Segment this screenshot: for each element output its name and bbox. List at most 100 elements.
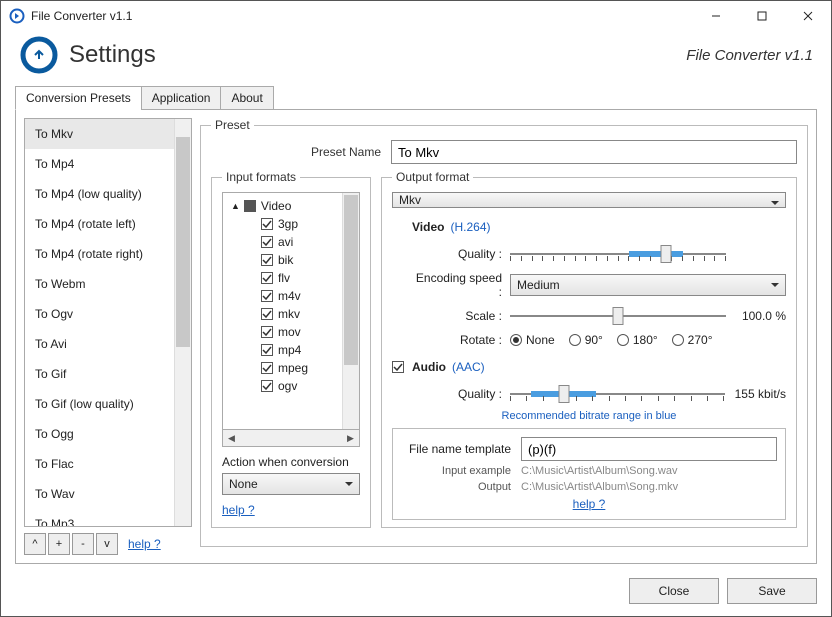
preset-item[interactable]: To Mp4 [25, 149, 174, 179]
logo-icon [19, 35, 59, 75]
scale-slider[interactable] [510, 305, 726, 327]
checkbox-icon[interactable] [261, 326, 273, 338]
audio-section-title: Audio [412, 360, 446, 374]
format-item[interactable]: m4v [225, 287, 340, 305]
window-title: File Converter v1.1 [31, 9, 693, 23]
close-settings-button[interactable]: Close [629, 578, 719, 604]
preset-item[interactable]: To Mp4 (rotate left) [25, 209, 174, 239]
input-example-value: C:\Music\Artist\Album\Song.wav [521, 465, 678, 477]
rotate-option-270[interactable]: 270° [672, 333, 713, 347]
tab-panel: To Mkv To Mp4 To Mp4 (low quality) To Mp… [15, 109, 817, 564]
checkbox-icon[interactable] [261, 290, 273, 302]
format-tree-root[interactable]: ▲ Video [225, 197, 340, 215]
preset-item[interactable]: To Gif [25, 359, 174, 389]
formats-scrollbar[interactable] [342, 193, 359, 429]
preset-item[interactable]: To Ogg [25, 419, 174, 449]
format-item[interactable]: bik [225, 251, 340, 269]
audio-codec-label: (AAC) [452, 360, 485, 374]
tab-application[interactable]: Application [141, 86, 222, 110]
checkbox-partial-icon[interactable] [244, 200, 256, 212]
format-item[interactable]: avi [225, 233, 340, 251]
page-title: Settings [69, 41, 156, 69]
output-format-combo[interactable]: Mkv [392, 192, 786, 208]
format-item[interactable]: mp4 [225, 341, 340, 359]
tab-about[interactable]: About [220, 86, 273, 110]
preset-item[interactable]: To Wav [25, 479, 174, 509]
remove-preset-button[interactable]: - [72, 533, 94, 555]
checkbox-icon[interactable] [261, 272, 273, 284]
input-formats-help-link[interactable]: help ? [222, 503, 360, 517]
format-item[interactable]: 3gp [225, 215, 340, 233]
close-button[interactable] [785, 1, 831, 31]
settings-window: File Converter v1.1 Settings File Conver… [0, 0, 832, 617]
checkbox-icon[interactable] [261, 254, 273, 266]
video-quality-slider[interactable] [510, 243, 726, 265]
format-item[interactable]: ogv [225, 377, 340, 395]
preset-help-link[interactable]: help ? [128, 537, 161, 551]
template-input[interactable] [521, 437, 777, 461]
move-down-button[interactable]: v [96, 533, 118, 555]
format-item[interactable]: mov [225, 323, 340, 341]
scale-label: Scale : [412, 309, 502, 323]
action-combo[interactable]: None [222, 473, 360, 495]
preset-item[interactable]: To Mp4 (low quality) [25, 179, 174, 209]
preset-item[interactable]: To Avi [25, 329, 174, 359]
output-example-label: Output [401, 481, 511, 493]
preset-item[interactable]: To Mp4 (rotate right) [25, 239, 174, 269]
preset-list-section: To Mkv To Mp4 To Mp4 (low quality) To Mp… [24, 118, 192, 555]
format-item[interactable]: mpeg [225, 359, 340, 377]
action-label: Action when conversion [222, 455, 360, 469]
checkbox-icon[interactable] [261, 362, 273, 374]
checkbox-icon[interactable] [261, 218, 273, 230]
scale-value: 100.0 % [736, 309, 786, 323]
add-preset-button[interactable]: + [48, 533, 70, 555]
encoding-speed-label: Encoding speed : [412, 271, 502, 299]
output-legend: Output format [392, 170, 473, 184]
app-icon [9, 8, 25, 24]
checkbox-icon[interactable] [261, 236, 273, 248]
radio-icon [569, 334, 581, 346]
input-formats-fieldset: Input formats ▲ Video 3gp avi bik [211, 170, 371, 528]
input-formats-legend: Input formats [222, 170, 300, 184]
preset-item[interactable]: To Mkv [25, 119, 174, 149]
recommended-bitrate-note: Recommended bitrate range in blue [392, 410, 786, 422]
preset-list-scrollbar[interactable] [174, 119, 191, 526]
tab-conversion-presets[interactable]: Conversion Presets [15, 86, 142, 110]
header: Settings File Converter v1.1 [1, 31, 831, 85]
footer: Close Save [1, 572, 831, 616]
checkbox-icon[interactable] [261, 380, 273, 392]
save-settings-button[interactable]: Save [727, 578, 817, 604]
header-version: File Converter v1.1 [686, 47, 813, 64]
audio-quality-slider[interactable] [510, 383, 725, 405]
maximize-button[interactable] [739, 1, 785, 31]
rotate-option-180[interactable]: 180° [617, 333, 658, 347]
format-item[interactable]: mkv [225, 305, 340, 323]
output-format-fieldset: Output format Mkv Video (H.264) Quality … [381, 170, 797, 528]
preset-item[interactable]: To Webm [25, 269, 174, 299]
preset-item[interactable]: To Ogv [25, 299, 174, 329]
move-up-button[interactable]: ^ [24, 533, 46, 555]
minimize-button[interactable] [693, 1, 739, 31]
radio-icon [617, 334, 629, 346]
format-item[interactable]: flv [225, 269, 340, 287]
checkbox-icon[interactable] [261, 344, 273, 356]
preset-item[interactable]: To Flac [25, 449, 174, 479]
audio-checkbox[interactable] [392, 361, 404, 373]
encoding-speed-combo[interactable]: Medium [510, 274, 786, 296]
audio-quality-value: 155 kbit/s [735, 387, 786, 401]
preset-fieldset: Preset Preset Name Input formats ▲ [200, 118, 808, 547]
output-example-value: C:\Music\Artist\Album\Song.mkv [521, 481, 678, 493]
template-help-link[interactable]: help ? [573, 497, 606, 511]
video-section-title: Video [412, 220, 444, 234]
checkbox-icon[interactable] [261, 308, 273, 320]
preset-name-input[interactable] [391, 140, 797, 164]
radio-icon [510, 334, 522, 346]
formats-hscrollbar[interactable]: ◀▶ [222, 430, 360, 447]
rotate-option-90[interactable]: 90° [569, 333, 603, 347]
video-codec-label: (H.264) [450, 220, 490, 234]
video-quality-label: Quality : [412, 247, 502, 261]
rotate-option-none[interactable]: None [510, 333, 555, 347]
preset-item[interactable]: To Mp3 [25, 509, 174, 526]
chevron-down-icon: ▲ [231, 201, 240, 211]
preset-item[interactable]: To Gif (low quality) [25, 389, 174, 419]
